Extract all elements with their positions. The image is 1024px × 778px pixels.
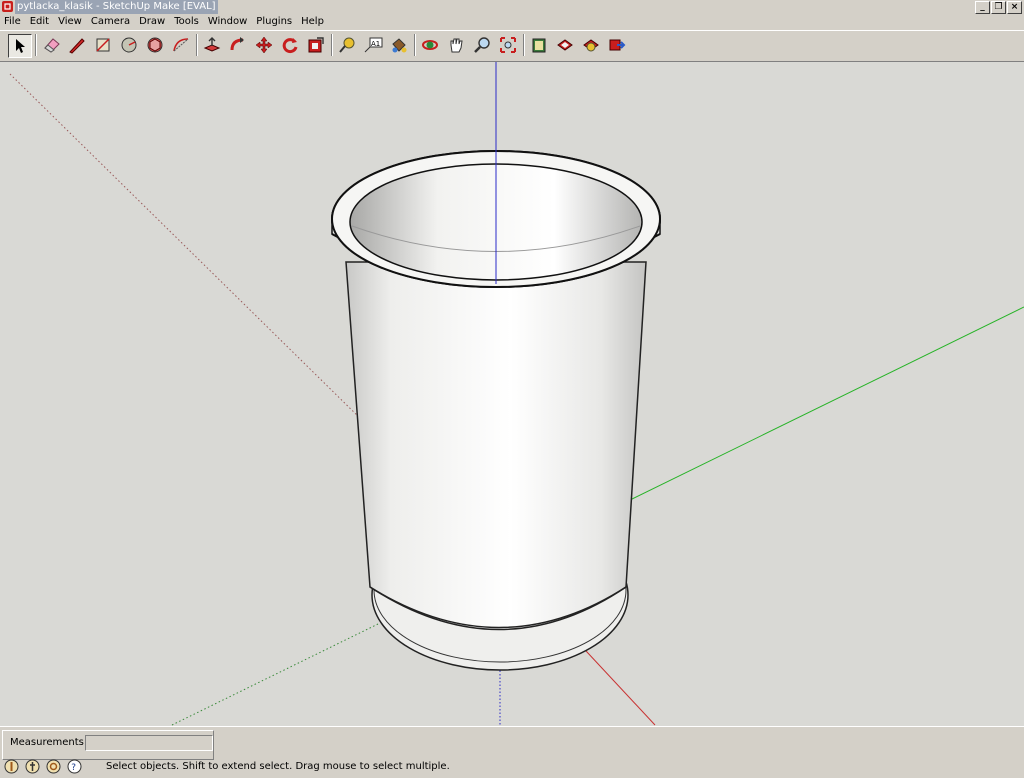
push-pull-tool[interactable]: [201, 34, 223, 56]
share-model-icon: [557, 39, 573, 51]
pencil-icon: [69, 38, 85, 54]
pencil-line-tool[interactable]: [66, 34, 88, 56]
follow-me-icon: [230, 37, 244, 51]
paint-bucket-tool[interactable]: [388, 34, 410, 56]
circle-icon: [121, 37, 137, 53]
menu-edit[interactable]: Edit: [26, 15, 54, 29]
move-tool[interactable]: [253, 34, 275, 56]
arrow-cursor-icon: [16, 39, 25, 53]
get-models-button[interactable]: [580, 34, 602, 56]
toolbar-separator: [414, 34, 416, 56]
status-hint: Select objects. Shift to extend select. …: [106, 761, 450, 772]
model-canvas[interactable]: [0, 62, 1024, 726]
menu-bar: File Edit View Camera Draw Tools Window …: [0, 15, 1024, 29]
eraser-tool[interactable]: [41, 34, 63, 56]
arc-icon: [173, 38, 189, 52]
orbit-tool[interactable]: [419, 34, 441, 56]
rectangle-tool[interactable]: [92, 34, 114, 56]
3d-viewport[interactable]: [0, 61, 1024, 726]
polygon-icon: [147, 37, 163, 53]
cup-body: [345, 261, 647, 631]
green-axis-hidden: [171, 623, 379, 726]
push-pull-icon: [203, 37, 221, 52]
offset-icon: [308, 37, 324, 53]
zoom-extents-tool[interactable]: [497, 34, 519, 56]
toolbar-separator: [35, 34, 37, 56]
title-bar: pytlacka_klasik - SketchUp Make [EVAL] _…: [0, 0, 1024, 14]
measurements-input[interactable]: [85, 735, 213, 751]
measurements-label: Measurements: [10, 737, 84, 748]
menu-help[interactable]: Help: [297, 15, 329, 29]
get-models-icon: [583, 39, 599, 52]
rotate-icon: [282, 38, 298, 54]
red-axis-hidden: [9, 73, 367, 425]
sign-in-icon[interactable]: [46, 759, 61, 774]
tape-measure-tool[interactable]: [336, 34, 358, 56]
toolbar-separator: [196, 34, 198, 56]
close-button[interactable]: ×: [1007, 1, 1022, 14]
share-component-icon: [609, 39, 626, 51]
menu-tools[interactable]: Tools: [170, 15, 204, 29]
menu-draw[interactable]: Draw: [135, 15, 170, 29]
offset-tool[interactable]: [305, 34, 327, 56]
svg-text:?: ?: [71, 763, 76, 773]
circle-tool[interactable]: [118, 34, 140, 56]
magnifier-icon: [474, 37, 490, 53]
select-tool[interactable]: [8, 34, 32, 58]
window-controls: _ ❐ ×: [975, 1, 1022, 14]
share-component-button[interactable]: [606, 34, 628, 56]
zoom-extents-icon: [500, 37, 516, 53]
arc-tool[interactable]: [170, 34, 192, 56]
window-title: pytlacka_klasik - SketchUp Make [EVAL]: [15, 0, 218, 14]
svg-text:A1: A1: [371, 40, 380, 48]
restore-button[interactable]: ❐: [991, 1, 1006, 14]
geo-location-icon[interactable]: [4, 759, 19, 774]
menu-camera[interactable]: Camera: [87, 15, 135, 29]
polygon-tool[interactable]: [144, 34, 166, 56]
zoom-tool[interactable]: [471, 34, 493, 56]
toolbar-separator: [523, 34, 525, 56]
menu-plugins[interactable]: Plugins: [252, 15, 297, 29]
rectangle-icon: [96, 38, 110, 52]
3d-warehouse-button[interactable]: [528, 34, 550, 56]
text-label-icon: A1: [364, 37, 383, 53]
sketchup-logo-icon: [2, 1, 13, 12]
main-toolbar: A1: [0, 30, 1024, 62]
eraser-icon: [44, 38, 60, 53]
follow-me-tool[interactable]: [227, 34, 249, 56]
text-tool[interactable]: A1: [362, 34, 384, 56]
paint-bucket-icon: [392, 38, 407, 53]
green-axis: [625, 306, 1024, 503]
minimize-button[interactable]: _: [975, 1, 990, 14]
menu-window[interactable]: Window: [204, 15, 252, 29]
menu-file[interactable]: File: [0, 15, 26, 29]
tape-measure-icon: [339, 37, 355, 53]
status-icons: ?: [4, 759, 82, 774]
move-icon: [255, 36, 273, 54]
hand-pan-icon: [450, 38, 463, 53]
orbit-icon: [422, 40, 438, 50]
rotate-tool[interactable]: [279, 34, 301, 56]
3d-warehouse-icon: [532, 38, 546, 53]
credits-icon[interactable]: [25, 759, 40, 774]
pan-tool[interactable]: [445, 34, 467, 56]
status-bar: Measurements ? Select objects. Shift to …: [0, 726, 1024, 778]
help-instructor-icon[interactable]: ?: [67, 759, 82, 774]
toolbar-separator: [331, 34, 333, 56]
menu-view[interactable]: View: [54, 15, 87, 29]
share-model-button[interactable]: [554, 34, 576, 56]
